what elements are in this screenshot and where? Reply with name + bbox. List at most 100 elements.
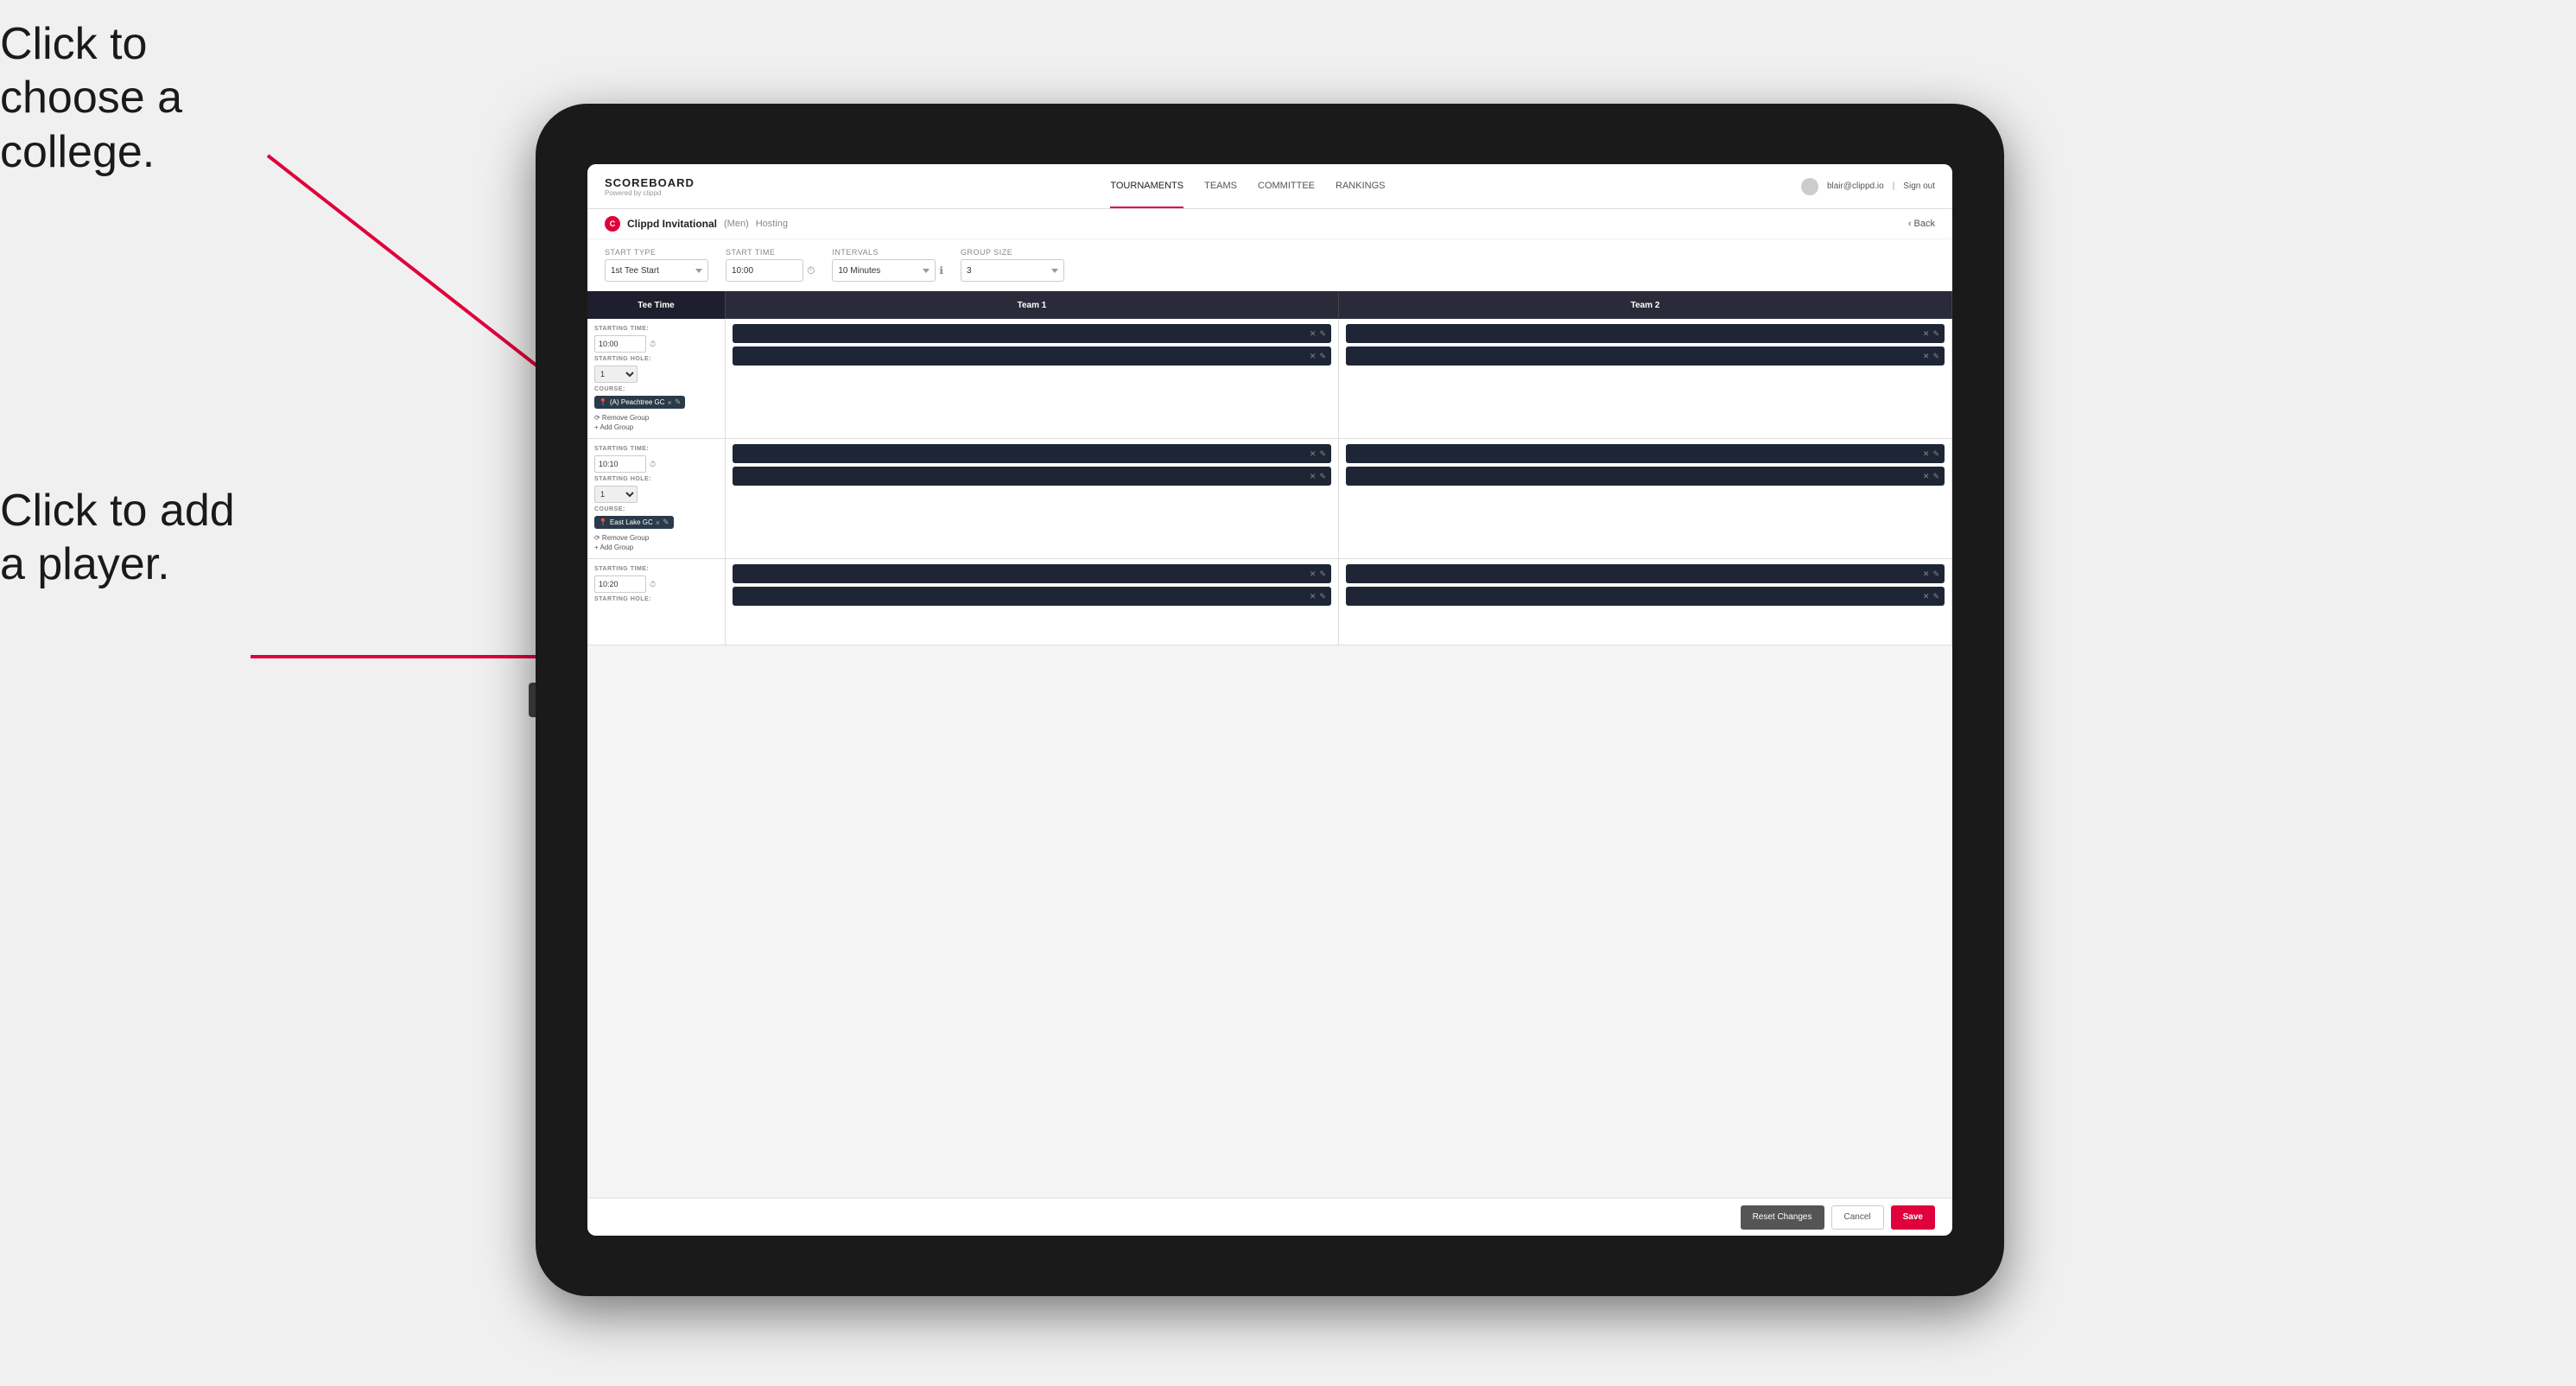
- player-slot-r3-1-1[interactable]: ✕ ✎: [733, 564, 1331, 583]
- starting-time-input-2[interactable]: [594, 455, 646, 473]
- back-link[interactable]: ‹ Back: [1908, 219, 1935, 229]
- slot-btn-r3-edit-2-1[interactable]: ✎: [1932, 569, 1939, 579]
- slot-btn-r3-x-2-1[interactable]: ✕: [1923, 569, 1930, 579]
- team2-cell-3: ✕ ✎ ✕ ✎: [1339, 559, 1952, 645]
- slot-btn-edit-2-1[interactable]: ✎: [1932, 329, 1939, 339]
- start-time-label: Start Time: [726, 248, 815, 257]
- group-size-group: Group Size 3: [961, 248, 1064, 282]
- start-type-label: Start Type: [605, 248, 708, 257]
- player-slot-2-1[interactable]: ✕ ✎: [1346, 324, 1945, 343]
- slot-btn-x-1-1[interactable]: ✕: [1310, 329, 1317, 339]
- course-edit-1[interactable]: ✎: [675, 397, 682, 407]
- tee-row-2: STARTING TIME: ⏱ STARTING HOLE: 1 COURSE…: [587, 439, 1952, 559]
- course-edit-2[interactable]: ✎: [663, 518, 669, 527]
- remove-group-1[interactable]: ⟳ Remove Group: [594, 414, 718, 422]
- action-links-1: ⟳ Remove Group + Add Group: [594, 414, 718, 431]
- course-name-2: East Lake GC: [610, 518, 653, 526]
- tee-row: STARTING TIME: ⏱ STARTING HOLE: 1 COURSE…: [587, 319, 1952, 439]
- clock-icon-1: ⏱: [650, 340, 656, 349]
- slot-btn-r2-edit-2-1[interactable]: ✎: [1932, 449, 1939, 459]
- slot-btn-edit-2-2[interactable]: ✎: [1932, 352, 1939, 361]
- slot-btn-r3-edit-1-1[interactable]: ✎: [1319, 569, 1326, 579]
- slot-btn-r3-x-1-2[interactable]: ✕: [1310, 592, 1317, 601]
- course-tag-2[interactable]: 📍 East Lake GC × ✎: [594, 516, 674, 529]
- intervals-group: Intervals 10 Minutes ℹ: [832, 248, 943, 282]
- slot-btn-r2-x-2-1[interactable]: ✕: [1923, 449, 1930, 459]
- course-icon-2: 📍: [599, 518, 607, 526]
- team2-cell-1: ✕ ✎ ✕ ✎: [1339, 319, 1952, 438]
- player-slot-r2-2-2[interactable]: ✕ ✎: [1346, 467, 1945, 486]
- reset-button[interactable]: Reset Changes: [1741, 1205, 1824, 1230]
- remove-group-2[interactable]: ⟳ Remove Group: [594, 534, 718, 542]
- slot-btn-r3-edit-2-2[interactable]: ✎: [1932, 592, 1939, 601]
- player-slot-r3-2-2[interactable]: ✕ ✎: [1346, 587, 1945, 606]
- slot-btn-r2-edit-1-2[interactable]: ✎: [1319, 472, 1326, 481]
- main-content[interactable]: STARTING TIME: ⏱ STARTING HOLE: 1 COURSE…: [587, 319, 1952, 1198]
- tablet-screen: SCOREBOARD Powered by clippd TOURNAMENTS…: [587, 164, 1952, 1236]
- starting-hole-select-1[interactable]: 1: [594, 366, 638, 383]
- slot-btn-edit-1-1[interactable]: ✎: [1319, 329, 1326, 339]
- tablet-frame: SCOREBOARD Powered by clippd TOURNAMENTS…: [536, 104, 2004, 1296]
- start-time-input[interactable]: [726, 259, 803, 282]
- user-email: blair@clippd.io: [1827, 181, 1884, 191]
- slot-btn-r2-x-1-2[interactable]: ✕: [1310, 472, 1317, 481]
- course-remove-1[interactable]: ×: [668, 398, 672, 407]
- slot-btn-x-2-1[interactable]: ✕: [1923, 329, 1930, 339]
- slot-btn-r3-x-1-1[interactable]: ✕: [1310, 569, 1317, 579]
- starting-time-input-3[interactable]: [594, 575, 646, 593]
- clippd-logo: C: [605, 216, 620, 232]
- th-team1: Team 1: [726, 291, 1339, 319]
- start-time-group: Start Time ⏱: [726, 248, 815, 282]
- add-group-2[interactable]: + Add Group: [594, 544, 718, 551]
- player-slot-1-2[interactable]: ✕ ✎: [733, 346, 1331, 366]
- starting-hole-select-2[interactable]: 1: [594, 486, 638, 503]
- group-size-select[interactable]: 3: [961, 259, 1064, 282]
- breadcrumb-bar: C Clippd Invitational (Men) Hosting ‹ Ba…: [587, 209, 1952, 239]
- slot-btn-r2-edit-1-1[interactable]: ✎: [1319, 449, 1326, 459]
- slot-btn-r2-edit-2-2[interactable]: ✎: [1932, 472, 1939, 481]
- tee-left-1: STARTING TIME: ⏱ STARTING HOLE: 1 COURSE…: [587, 319, 726, 438]
- nav-rankings[interactable]: RANKINGS: [1336, 164, 1385, 208]
- cancel-button[interactable]: Cancel: [1831, 1205, 1884, 1230]
- th-team2: Team 2: [1339, 291, 1952, 319]
- course-remove-2[interactable]: ×: [656, 518, 660, 527]
- slot-btn-r2-x-2-2[interactable]: ✕: [1923, 472, 1930, 481]
- nav-teams[interactable]: TEAMS: [1204, 164, 1237, 208]
- start-type-select[interactable]: 1st Tee Start: [605, 259, 708, 282]
- intervals-label: Intervals: [832, 248, 943, 257]
- nav-user: blair@clippd.io | Sign out: [1801, 178, 1935, 195]
- add-group-1[interactable]: + Add Group: [594, 423, 718, 431]
- nav-committee[interactable]: COMMITTEE: [1258, 164, 1315, 208]
- player-slot-r3-2-1[interactable]: ✕ ✎: [1346, 564, 1945, 583]
- team1-cell-2: ✕ ✎ ✕ ✎: [726, 439, 1339, 558]
- tee-row-3: STARTING TIME: ⏱ STARTING HOLE: ✕ ✎: [587, 559, 1952, 645]
- player-slot-r3-1-2[interactable]: ✕ ✎: [733, 587, 1331, 606]
- slot-btn-edit-1-2[interactable]: ✎: [1319, 352, 1326, 361]
- player-slot-r2-1-1[interactable]: ✕ ✎: [733, 444, 1331, 463]
- nav-tournaments[interactable]: TOURNAMENTS: [1110, 164, 1183, 208]
- tablet-side-button: [529, 683, 536, 717]
- course-tag-1[interactable]: 📍 (A) Peachtree GC × ✎: [594, 396, 685, 409]
- powered-by: Powered by clippd: [605, 189, 695, 197]
- player-slot-1-1[interactable]: ✕ ✎: [733, 324, 1331, 343]
- slot-btn-r3-edit-1-2[interactable]: ✎: [1319, 592, 1326, 601]
- player-slot-2-2[interactable]: ✕ ✎: [1346, 346, 1945, 366]
- nav-bar: SCOREBOARD Powered by clippd TOURNAMENTS…: [587, 164, 1952, 209]
- starting-hole-label-1: STARTING HOLE:: [594, 356, 718, 362]
- starting-time-input-1[interactable]: [594, 335, 646, 353]
- breadcrumb-content: C Clippd Invitational (Men) Hosting: [605, 216, 788, 232]
- start-type-group: Start Type 1st Tee Start: [605, 248, 708, 282]
- nav-brand: SCOREBOARD Powered by clippd: [605, 176, 695, 197]
- intervals-select[interactable]: 10 Minutes: [832, 259, 936, 282]
- slot-btn-r2-x-1-1[interactable]: ✕: [1310, 449, 1317, 459]
- slot-btn-x-1-2[interactable]: ✕: [1310, 352, 1317, 361]
- player-slot-r2-1-2[interactable]: ✕ ✎: [733, 467, 1331, 486]
- player-slot-r2-2-1[interactable]: ✕ ✎: [1346, 444, 1945, 463]
- tournament-title: Clippd Invitational: [627, 218, 717, 230]
- starting-hole-label-3: STARTING HOLE:: [594, 596, 718, 602]
- slot-btn-x-2-2[interactable]: ✕: [1923, 352, 1930, 361]
- save-button[interactable]: Save: [1891, 1205, 1935, 1230]
- slot-btn-r3-x-2-2[interactable]: ✕: [1923, 592, 1930, 601]
- clock-icon-2: ⏱: [650, 460, 656, 469]
- sign-out-link[interactable]: Sign out: [1903, 181, 1935, 191]
